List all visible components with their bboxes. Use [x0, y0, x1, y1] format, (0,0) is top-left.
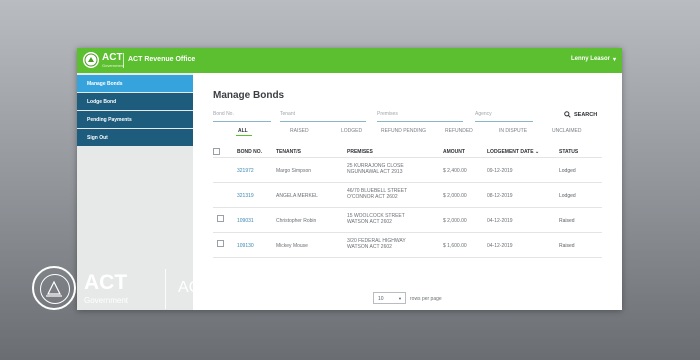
- bond-no-link[interactable]: 109031: [237, 218, 254, 224]
- tab-lodged[interactable]: LODGED: [341, 128, 362, 134]
- row-divider: [213, 182, 602, 183]
- seal-emblem-icon: [46, 280, 62, 297]
- date-cell: 04-12-2019: [487, 218, 513, 224]
- column-header-bond-no[interactable]: BOND NO.: [237, 149, 262, 155]
- tenant-cell: Christopher Robin: [276, 218, 317, 224]
- tab-refund-pending[interactable]: REFUND PENDING: [381, 128, 426, 134]
- premises-line-2: WATSON ACT 2602: [347, 219, 392, 225]
- chevron-down-icon: ▾: [612, 57, 616, 63]
- sort-down-icon: ⌄: [534, 149, 540, 155]
- tab-all[interactable]: ALL: [238, 128, 248, 134]
- row-divider: [213, 257, 602, 258]
- header-divider-line: [213, 157, 602, 158]
- column-header-tenants[interactable]: TENANT/S: [276, 149, 301, 155]
- act-seal-icon: [32, 266, 76, 310]
- user-menu[interactable]: Lenny Leasor ▾: [571, 56, 616, 63]
- act-logo-icon[interactable]: [83, 52, 99, 68]
- tab-refunded[interactable]: REFUNDED: [445, 128, 473, 134]
- rows-per-page-label: rows per page: [410, 296, 442, 302]
- header-divider: [123, 53, 124, 68]
- search-label: SEARCH: [574, 111, 598, 118]
- logo-text: ACT: [102, 52, 123, 63]
- active-tab-indicator: [236, 135, 252, 136]
- premises-cell: 46/70 BLUEBELL STREET O'CONNOR ACT 2602: [347, 188, 407, 200]
- agency-filter[interactable]: Agency: [475, 111, 533, 122]
- sidebar-item-sign-out[interactable]: Sign Out: [77, 129, 193, 146]
- seal-icon: [84, 53, 98, 67]
- premises-placeholder: Premises: [377, 111, 398, 117]
- rows-per-page-value: 10: [378, 296, 384, 302]
- status-cell: Lodged: [559, 193, 576, 199]
- chevron-down-icon: ▼: [398, 296, 402, 301]
- column-header-lodgement-date[interactable]: LODGEMENT DATE ⌄: [487, 149, 539, 155]
- bond-no-link[interactable]: 321319: [237, 193, 254, 199]
- tenant-cell: ANGELA MERKEL: [276, 193, 318, 199]
- date-cell: 09-12-2019: [487, 168, 513, 174]
- sidebar-item-lodge-bond[interactable]: Lodge Bond: [77, 93, 193, 110]
- status-cell: Lodged: [559, 168, 576, 174]
- amount-cell: $ 2,400.00: [443, 168, 467, 174]
- row-divider: [213, 207, 602, 208]
- brand-divider: [165, 269, 166, 309]
- sidebar-item-label: Sign Out: [87, 135, 108, 141]
- tenant-filter[interactable]: Tenant: [280, 111, 366, 122]
- logo-subtext: Government: [102, 63, 125, 68]
- bond-no-link[interactable]: 321972: [237, 168, 254, 174]
- date-cell: 08-12-2019: [487, 193, 513, 199]
- tab-in-dispute[interactable]: IN DISPUTE: [499, 128, 527, 134]
- top-bar: ACT Government ACT Revenue Office Lenny …: [77, 48, 622, 73]
- sidebar-item-label: Manage Bonds: [87, 81, 123, 87]
- brand-office-text: ACT Revenue Office: [178, 279, 325, 296]
- brand-government-text: Government: [84, 296, 129, 305]
- search-button[interactable]: SEARCH: [564, 111, 597, 118]
- bond-no-link[interactable]: 109130: [237, 243, 254, 249]
- sidebar-item-pending-payments[interactable]: Pending Payments: [77, 111, 193, 128]
- premises-line-2: NGUNNAWAL ACT 2913: [347, 169, 403, 175]
- brand-banner: ACT Government ACT Revenue Office: [32, 264, 332, 314]
- column-header-status[interactable]: STATUS: [559, 149, 578, 155]
- app-title: ACT Revenue Office: [128, 56, 196, 63]
- amount-cell: $ 1,600.00: [443, 243, 467, 249]
- premises-line-2: WATSON ACT 2602: [347, 244, 392, 250]
- amount-cell: $ 2,000.00: [443, 218, 467, 224]
- premises-cell: 3/20 FEDERAL HIGHWAY WATSON ACT 2602: [347, 238, 406, 250]
- status-cell: Raised: [559, 218, 575, 224]
- sidebar-item-manage-bonds[interactable]: Manage Bonds: [77, 75, 193, 92]
- tenant-cell: Mickey Mouse: [276, 243, 308, 249]
- amount-cell: $ 2,000.00: [443, 193, 467, 199]
- bond-no-filter[interactable]: Bond No.: [213, 111, 271, 122]
- sidebar-item-label: Pending Payments: [87, 117, 132, 123]
- row-checkbox[interactable]: [217, 215, 224, 222]
- bond-no-placeholder: Bond No.: [213, 111, 234, 117]
- agency-placeholder: Agency: [475, 111, 492, 117]
- row-divider: [213, 232, 602, 233]
- rows-per-page-select[interactable]: 10 ▼: [373, 292, 406, 304]
- tab-unclaimed[interactable]: UNCLAIMED: [552, 128, 581, 134]
- premises-cell: 15 WOOLCOCK STREET WATSON ACT 2602: [347, 213, 405, 225]
- row-checkbox[interactable]: [217, 240, 224, 247]
- date-cell: 04-12-2019: [487, 243, 513, 249]
- tenant-placeholder: Tenant: [280, 111, 296, 117]
- column-header-amount[interactable]: AMOUNT: [443, 149, 465, 155]
- page-title: Manage Bonds: [213, 90, 285, 101]
- search-icon: [564, 111, 571, 118]
- premises-cell: 25 KURRAJONG CLOSE NGUNNAWAL ACT 2913: [347, 163, 404, 175]
- premises-filter[interactable]: Premises: [377, 111, 463, 122]
- premises-line-2: O'CONNOR ACT 2602: [347, 194, 398, 200]
- tab-raised[interactable]: RAISED: [290, 128, 309, 134]
- column-header-premises[interactable]: PREMISES: [347, 149, 373, 155]
- status-cell: Raised: [559, 243, 575, 249]
- sidebar-item-label: Lodge Bond: [87, 99, 117, 105]
- select-all-checkbox[interactable]: [213, 148, 220, 155]
- lodgement-date-label: LODGEMENT DATE: [487, 149, 534, 155]
- tenant-cell: Margo Simpson: [276, 168, 312, 174]
- brand-act-text: ACT: [84, 271, 128, 294]
- user-name: Lenny Leasor: [570, 56, 610, 62]
